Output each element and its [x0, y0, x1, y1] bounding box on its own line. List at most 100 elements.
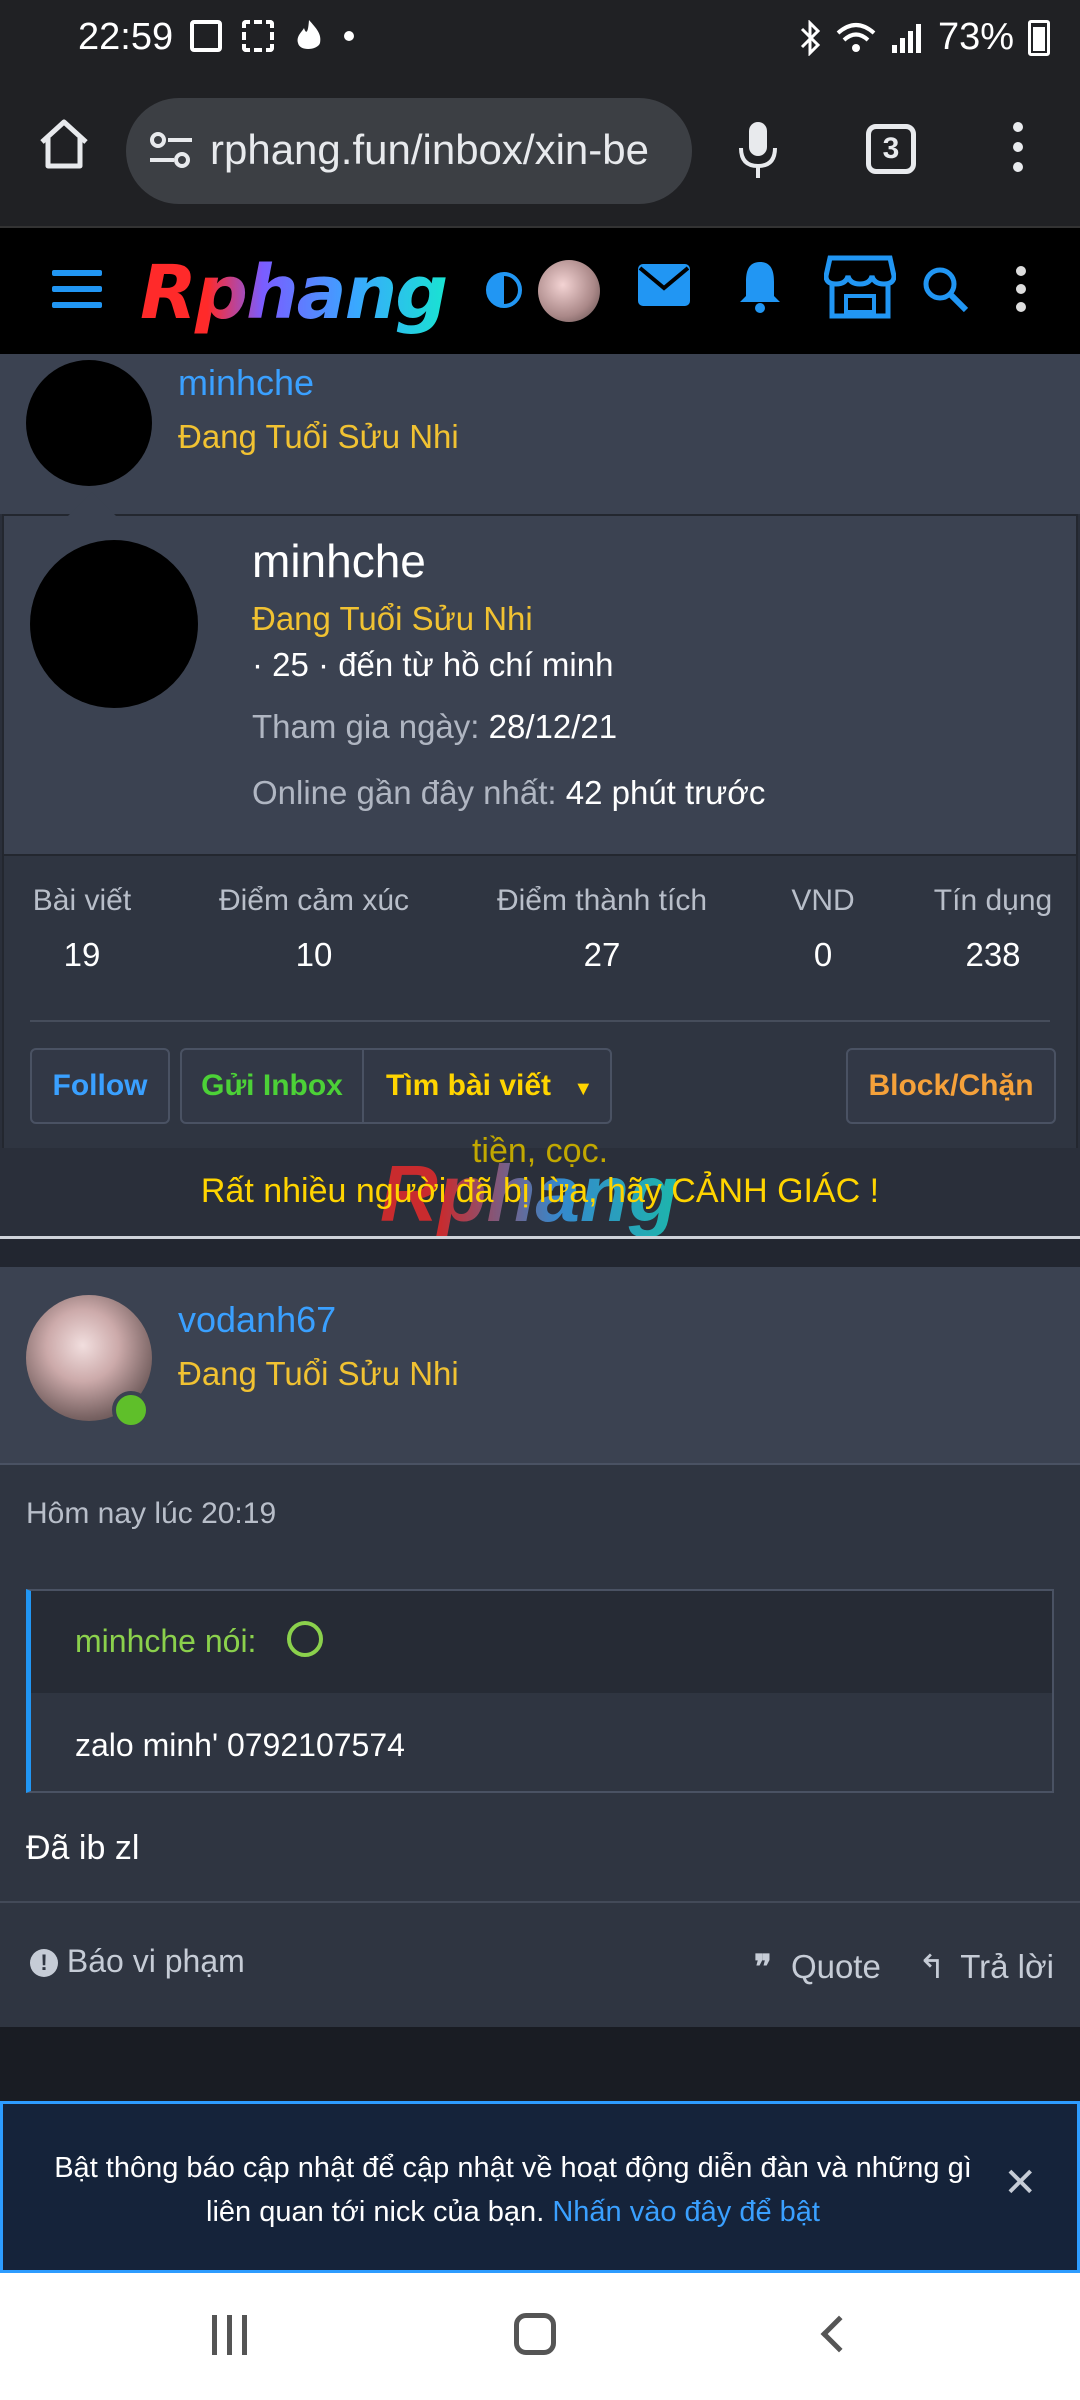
- screenshot-icon: [242, 20, 274, 52]
- last-seen-value: 42 phút trước: [565, 774, 766, 811]
- stat-vnd: VND 0: [782, 884, 864, 974]
- store-icon[interactable]: [824, 254, 896, 320]
- stats-divider: [30, 1020, 1050, 1022]
- quote-block: minhche nói: zalo minh' 0792107574: [26, 1589, 1054, 1793]
- stat-label: Điểm cảm xúc: [218, 884, 410, 917]
- author-username[interactable]: minhche: [178, 362, 314, 404]
- theme-toggle-icon[interactable]: [484, 270, 524, 310]
- stat-achievements: Điểm thành tích 27: [490, 884, 714, 974]
- joined-value: 28/12/21: [488, 708, 618, 745]
- site-more-icon[interactable]: [1016, 266, 1026, 312]
- stat-label: Bài viết: [32, 884, 132, 917]
- tinder-flame-icon: [297, 20, 321, 50]
- microphone-icon[interactable]: [736, 120, 780, 180]
- battery-percent: 73%: [937, 16, 1014, 58]
- quote-body: zalo minh' 0792107574: [75, 1727, 405, 1763]
- status-time: 22:59: [78, 16, 174, 58]
- post-actions-divider: [0, 1901, 1080, 1903]
- page-footer-band: [0, 2027, 1080, 2101]
- address-bar[interactable]: rphang.fun/inbox/xin-be: [126, 98, 692, 204]
- member-last-seen: Online gần đây nhất: 42 phút trước: [252, 774, 765, 812]
- site-header: Rphang: [0, 226, 1080, 354]
- member-joined: Tham gia ngày: 28/12/21: [252, 708, 617, 746]
- back-icon[interactable]: [820, 2315, 858, 2353]
- spacer: [0, 1239, 1080, 1267]
- member-avatar[interactable]: [30, 540, 198, 708]
- site-settings-icon[interactable]: [148, 130, 194, 172]
- bluetooth-icon: [800, 19, 821, 56]
- warning-text: Rất nhiều người đã bị lừa, hãy CẢNH GIÁC…: [200, 1172, 880, 1210]
- follow-button[interactable]: Follow: [30, 1048, 170, 1124]
- browser-menu-icon[interactable]: [1008, 122, 1028, 182]
- stat-value: 238: [965, 936, 1021, 973]
- find-posts-label: Tìm bài viết: [386, 1069, 552, 1102]
- post-author-title: Đang Tuổi Sửu Nhi: [178, 1355, 459, 1392]
- stat-posts: Bài viết 19: [30, 884, 134, 974]
- member-stats: Bài viết 19 Điểm cảm xúc 10 Điểm thành t…: [4, 854, 1076, 1148]
- status-system-icons: 73%: [798, 16, 1050, 59]
- last-seen-label: Online gần đây nhất:: [252, 774, 557, 811]
- battery-icon: [1028, 19, 1050, 56]
- find-posts-button[interactable]: Tìm bài viết ▼: [362, 1048, 612, 1124]
- signal-icon: [891, 23, 921, 53]
- search-icon[interactable]: [920, 264, 970, 314]
- stat-label: Điểm thành tích: [496, 884, 708, 917]
- quote-header: minhche nói:: [31, 1591, 1052, 1693]
- post-author-row: vodanh67 Đang Tuổi Sửu Nhi: [0, 1267, 1080, 1465]
- message-post: vodanh67 Đang Tuổi Sửu Nhi Hôm nay lúc 2…: [0, 1267, 1080, 2027]
- alert-icon: !: [30, 1949, 58, 1977]
- reply-icon: ↰: [918, 1948, 946, 1985]
- quote-author[interactable]: minhche nói:: [75, 1623, 256, 1660]
- stat-reactions: Điểm cảm xúc 10: [212, 884, 416, 974]
- home-icon[interactable]: [36, 116, 92, 172]
- quote-label: Quote: [790, 1948, 881, 1985]
- more-notifications-dot: [344, 31, 354, 41]
- recent-apps-icon[interactable]: [212, 2315, 252, 2355]
- status-notification-icons: [190, 18, 354, 54]
- status-bar: 22:59 73%: [0, 0, 1080, 76]
- close-icon[interactable]: ✕: [1003, 2160, 1037, 2206]
- stat-value: 10: [295, 936, 333, 973]
- member-info: minhche Đang Tuổi Sửu Nhi · 25 · đến từ …: [4, 516, 1076, 854]
- mail-icon[interactable]: [636, 262, 692, 308]
- system-navigation-bar: [0, 2273, 1080, 2400]
- post-author-username[interactable]: vodanh67: [178, 1299, 336, 1341]
- jump-to-quote-icon[interactable]: [287, 1621, 323, 1657]
- member-username[interactable]: minhche: [252, 534, 426, 588]
- member-title: Đang Tuổi Sửu Nhi: [252, 600, 533, 637]
- gallery-icon: [190, 20, 222, 52]
- quote-icon: ❞: [754, 1948, 772, 1985]
- message-author-row: minhche Đang Tuổi Sửu Nhi: [0, 354, 1080, 514]
- browser-toolbar: rphang.fun/inbox/xin-be 3: [0, 76, 1080, 226]
- stat-credit: Tín dụng 238: [928, 884, 1058, 974]
- author-avatar[interactable]: [26, 360, 152, 486]
- push-notification-banner: Bật thông báo cập nhật để cập nhật về ho…: [0, 2101, 1080, 2273]
- wifi-icon: [836, 22, 876, 52]
- hamburger-menu-icon[interactable]: [52, 270, 102, 310]
- tab-switcher-button[interactable]: 3: [866, 124, 916, 174]
- stat-value: 0: [813, 936, 833, 973]
- send-inbox-button[interactable]: Gửi Inbox: [180, 1048, 364, 1124]
- site-logo[interactable]: Rphang: [140, 250, 448, 336]
- tooltip-arrow: [68, 492, 116, 516]
- reply-button[interactable]: ↰ Trả lời: [918, 1947, 1054, 1986]
- caret-down-icon: ▼: [573, 1078, 594, 1100]
- banner-text: Bật thông báo cập nhật để cập nhật về ho…: [43, 2146, 983, 2234]
- stat-label: VND: [791, 884, 855, 917]
- author-title: Đang Tuổi Sửu Nhi: [178, 418, 459, 455]
- member-tooltip-card: minhche Đang Tuổi Sửu Nhi · 25 · đến từ …: [2, 492, 1078, 1148]
- user-avatar[interactable]: [538, 260, 600, 322]
- enable-notifications-link[interactable]: Nhấn vào đây để bật: [552, 2196, 820, 2228]
- home-nav-icon[interactable]: [514, 2313, 556, 2355]
- report-button[interactable]: ! Báo vi phạm: [30, 1943, 245, 1980]
- post-timestamp[interactable]: Hôm nay lúc 20:19: [26, 1497, 276, 1531]
- member-meta: · 25 · đến từ hồ chí minh: [252, 646, 614, 683]
- report-label: Báo vi phạm: [66, 1943, 245, 1979]
- reply-label: Trả lời: [960, 1948, 1054, 1985]
- stat-value: 27: [583, 936, 621, 973]
- notification-bell-icon[interactable]: [736, 258, 784, 314]
- block-button[interactable]: Block/Chặn: [846, 1048, 1056, 1124]
- quote-button[interactable]: ❞ Quote: [754, 1947, 881, 1986]
- url-text: rphang.fun/inbox/xin-be: [210, 126, 649, 173]
- stat-label: Tín dụng: [933, 884, 1053, 917]
